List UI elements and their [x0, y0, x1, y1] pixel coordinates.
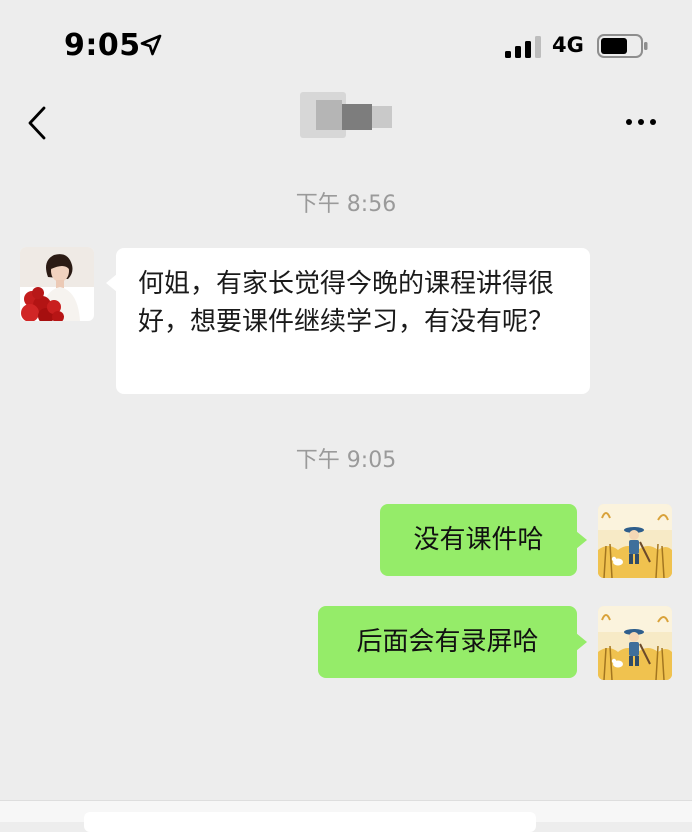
message-timestamp: 下午 8:56	[295, 192, 397, 217]
contact-name-redacted	[300, 92, 392, 138]
incoming-message-bubble[interactable]: 何姐，有家长觉得今晚的课程讲得很好，想要课件继续学习，有没有呢？	[106, 248, 590, 394]
status-time: 9:05	[64, 28, 141, 63]
battery-icon	[597, 34, 648, 58]
my-avatar-image	[598, 606, 672, 680]
status-bar: 9:05 4G	[0, 0, 692, 90]
outgoing-message-bubble[interactable]: 没有课件哈	[380, 504, 587, 576]
outgoing-message-bubble[interactable]: 后面会有录屏哈	[318, 606, 587, 678]
more-options-icon[interactable]	[620, 110, 662, 134]
my-avatar[interactable]	[598, 606, 672, 680]
network-type: 4G	[552, 33, 584, 57]
message-timestamp: 下午 9:05	[295, 448, 397, 473]
contact-avatar-image	[20, 247, 94, 321]
signal-strength-icon	[505, 36, 541, 58]
contact-avatar[interactable]	[20, 247, 94, 321]
my-avatar-image	[598, 504, 672, 578]
message-input[interactable]	[84, 812, 536, 832]
back-chevron-icon[interactable]	[22, 104, 52, 142]
location-arrow-icon	[140, 34, 162, 56]
my-avatar[interactable]	[598, 504, 672, 578]
